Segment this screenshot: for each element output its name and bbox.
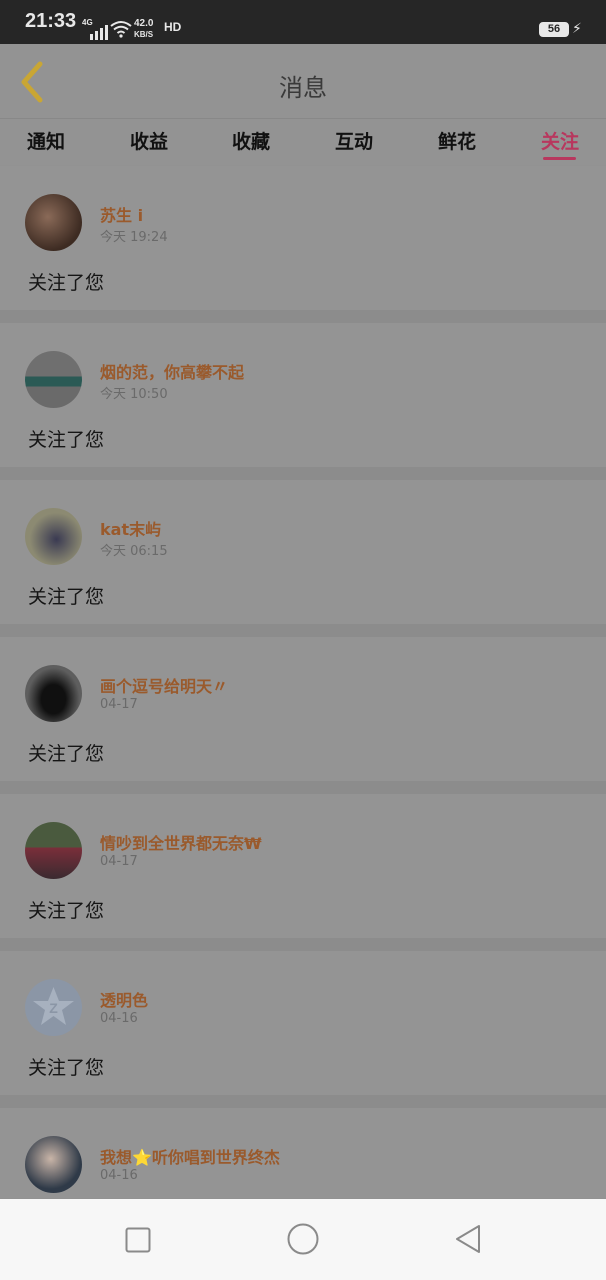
divider	[0, 938, 606, 951]
list-item[interactable]: 画个逗号给明天〃 04-17 关注了您	[0, 637, 606, 794]
follower-name[interactable]: 苏生 i	[100, 202, 143, 226]
list-item[interactable]: 苏生 i 今天 19:24 关注了您	[0, 166, 606, 323]
follow-time: 04-16	[100, 1011, 138, 1026]
avatar[interactable]: Z	[25, 979, 82, 1036]
speed-unit: KB/S	[134, 30, 154, 39]
wifi-icon	[110, 21, 132, 38]
tab-flowers[interactable]: 鲜花	[438, 127, 476, 154]
tab-following[interactable]: 关注	[541, 127, 579, 154]
status-bar: 21:33 4G 42.0 KB/S HD 56 ⚡	[0, 0, 606, 44]
avatar[interactable]	[25, 508, 82, 565]
active-tab-indicator	[543, 157, 576, 160]
follow-message: 关注了您	[28, 900, 105, 922]
system-navigation-bar	[0, 1199, 606, 1280]
follow-message: 关注了您	[28, 743, 105, 765]
list-item[interactable]: Z 透明色 04-16 关注了您	[0, 951, 606, 1108]
status-time: 21:33	[25, 10, 77, 32]
svg-text:Z: Z	[49, 1000, 58, 1016]
tab-interactions[interactable]: 互动	[335, 127, 373, 154]
app-header: 消息	[0, 44, 606, 119]
circle-icon[interactable]	[287, 1223, 319, 1255]
follower-name[interactable]: 我想⭐听你唱到世界终杰	[100, 1144, 280, 1168]
divider	[0, 781, 606, 794]
follower-name[interactable]: kat末屿	[100, 516, 161, 540]
avatar[interactable]	[25, 194, 82, 251]
charging-icon: ⚡	[572, 21, 582, 37]
follow-feed: 苏生 i 今天 19:24 关注了您 烟的范，你高攀不起 今天 10:50 关注…	[0, 166, 606, 1198]
follower-name[interactable]: 画个逗号给明天〃	[100, 673, 228, 697]
follower-name[interactable]: 透明色	[100, 987, 148, 1011]
follow-time: 04-17	[100, 697, 138, 712]
page-title: 消息	[279, 74, 327, 102]
follow-time: 今天 10:50	[100, 387, 168, 402]
list-item[interactable]: 烟的范，你高攀不起 今天 10:50 关注了您	[0, 323, 606, 480]
follower-name[interactable]: 烟的范，你高攀不起	[100, 359, 244, 383]
triangle-back-icon[interactable]	[454, 1224, 482, 1254]
signal-icon	[90, 25, 108, 40]
battery-indicator: 56	[539, 22, 569, 37]
divider	[0, 1095, 606, 1108]
list-item[interactable]: kat末屿 今天 06:15 关注了您	[0, 480, 606, 637]
avatar[interactable]	[25, 351, 82, 408]
hd-indicator: HD	[164, 20, 182, 34]
follow-message: 关注了您	[28, 586, 105, 608]
tab-bar: 通知 收益 收藏 互动 鲜花 关注	[0, 119, 606, 165]
list-item[interactable]: 我想⭐听你唱到世界终杰 04-16	[0, 1108, 606, 1198]
qq-default-avatar-icon: Z	[33, 987, 74, 1025]
avatar[interactable]	[25, 822, 82, 879]
speed-value: 42.0	[134, 18, 154, 29]
avatar[interactable]	[25, 665, 82, 722]
divider	[0, 467, 606, 480]
follow-time: 04-17	[100, 854, 138, 869]
follow-time: 04-16	[100, 1168, 138, 1183]
follow-message: 关注了您	[28, 272, 105, 294]
divider	[0, 624, 606, 637]
follow-time: 今天 06:15	[100, 544, 168, 559]
follow-message: 关注了您	[28, 1057, 105, 1079]
network-speed: 42.0 KB/S	[134, 18, 153, 40]
tab-notifications[interactable]: 通知	[27, 127, 65, 154]
tab-earnings[interactable]: 收益	[130, 127, 168, 154]
follower-name[interactable]: 情吵到全世界都无奈₩	[100, 830, 262, 854]
divider	[0, 310, 606, 323]
follow-time: 今天 19:24	[100, 230, 168, 245]
follow-message: 关注了您	[28, 429, 105, 451]
avatar[interactable]	[25, 1136, 82, 1193]
list-item[interactable]: 情吵到全世界都无奈₩ 04-17 关注了您	[0, 794, 606, 951]
square-icon[interactable]	[125, 1227, 151, 1253]
tab-favorites[interactable]: 收藏	[232, 127, 270, 154]
